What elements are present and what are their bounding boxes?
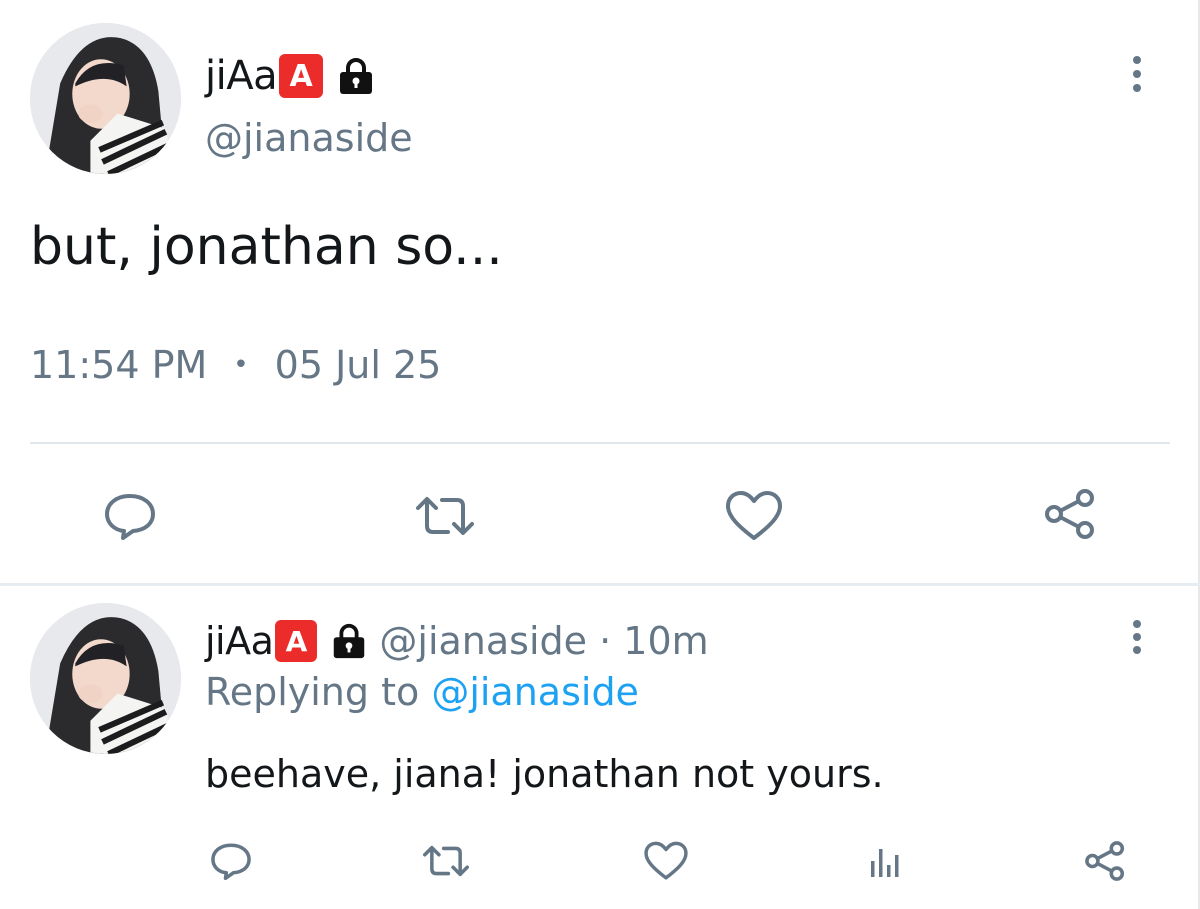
reply-tweet: jiAa A @jianaside · 10m Replying to @jia… [0, 586, 1200, 909]
retweet-icon [416, 497, 474, 535]
author-name-row: jiAa A [205, 48, 377, 104]
divider [30, 442, 1170, 444]
main-tweet: jiAa A @jianaside but, jonathan so... 11… [0, 0, 1200, 584]
retweet-button[interactable] [418, 836, 474, 886]
tweet-text: but, jonathan so... [30, 217, 503, 277]
avatar[interactable] [30, 23, 181, 174]
reply-button[interactable] [206, 836, 256, 886]
letter-a-emoji-badge: A [275, 620, 318, 662]
retweet-icon [423, 845, 469, 877]
author-handle[interactable]: @jianaside [205, 116, 413, 160]
like-icon [644, 841, 688, 880]
more-options-icon[interactable] [1128, 56, 1146, 92]
meta-separator: • [233, 350, 249, 380]
tweet-time: 11:54 PM [30, 343, 208, 387]
display-name[interactable]: jiAa [205, 53, 278, 99]
reply-text: beehave, jiana! jonathan not yours. [205, 752, 884, 796]
lock-icon [335, 55, 377, 97]
reply-author-handle[interactable]: @jianaside [379, 619, 587, 663]
replying-to-mention[interactable]: @jianaside [431, 670, 639, 714]
display-name[interactable]: jiAa [205, 619, 274, 663]
analytics-button[interactable] [860, 836, 910, 886]
replying-to-label: Replying to [205, 670, 432, 714]
like-icon [726, 491, 782, 540]
reply-button[interactable] [100, 486, 160, 546]
tweet-date: 05 Jul 25 [274, 343, 442, 387]
like-button[interactable] [722, 486, 786, 546]
share-button[interactable] [1040, 484, 1100, 544]
reply-author-row: jiAa A @jianaside · 10m [205, 616, 709, 666]
like-button[interactable] [640, 836, 692, 886]
replying-to: Replying to @jianaside [205, 670, 639, 714]
analytics-icon [871, 849, 899, 877]
meta-separator: · [587, 619, 624, 663]
letter-a-emoji-badge: A [279, 54, 324, 98]
retweet-button[interactable] [410, 486, 480, 546]
tweet-meta: 11:54 PM • 05 Jul 25 [30, 343, 441, 387]
reply-time-ago: 10m [623, 619, 709, 663]
avatar[interactable] [30, 603, 181, 754]
share-icon [1045, 489, 1094, 539]
reply-icon [211, 843, 251, 881]
more-options-icon[interactable] [1128, 620, 1146, 654]
lock-icon [329, 621, 369, 661]
reply-icon [105, 494, 155, 540]
share-button[interactable] [1080, 836, 1130, 886]
share-icon [1085, 841, 1125, 881]
